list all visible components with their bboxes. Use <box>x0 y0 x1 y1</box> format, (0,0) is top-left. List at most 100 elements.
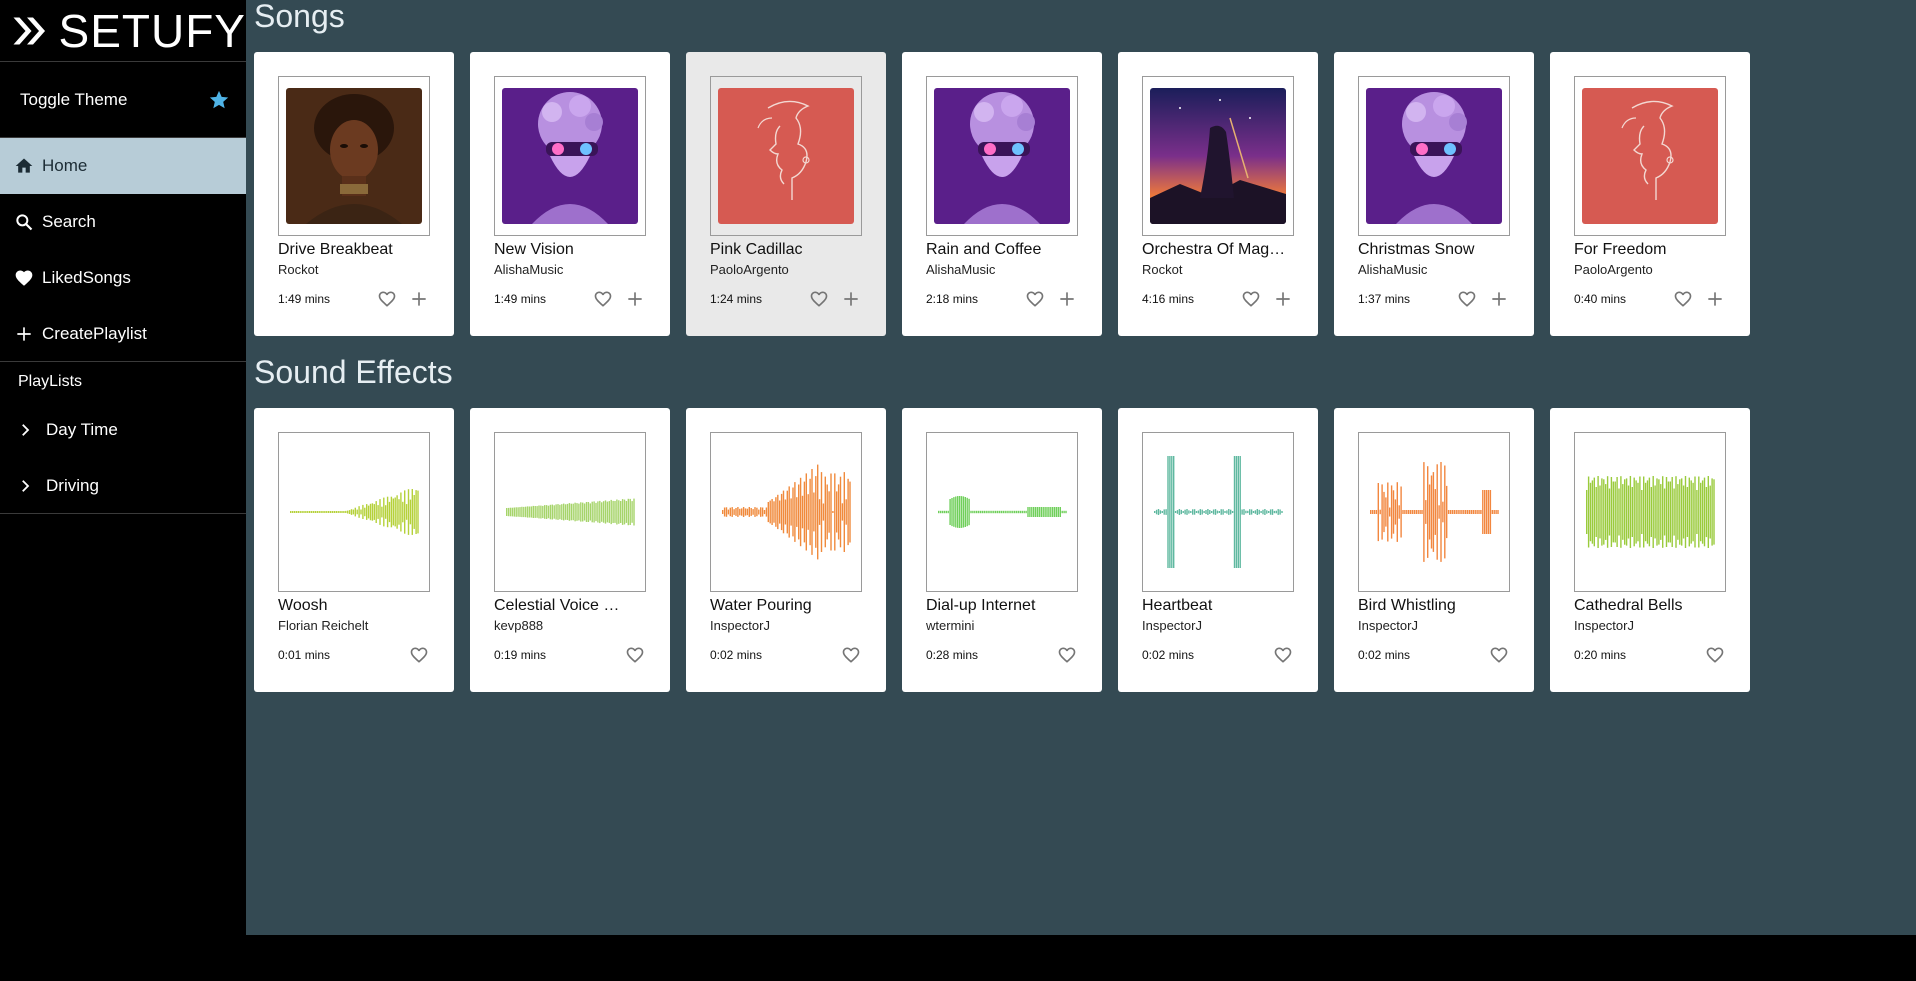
waveform-image <box>1358 432 1510 592</box>
nav-create-playlist[interactable]: CreatePlaylist <box>0 306 246 362</box>
add-to-playlist-plus-icon[interactable] <box>408 288 430 310</box>
song-card[interactable]: Christmas Snow AlishaMusic 1:37 mins <box>1334 52 1534 336</box>
toggle-theme-button[interactable]: Toggle Theme <box>0 62 246 138</box>
album-art <box>1142 76 1294 236</box>
add-to-playlist-plus-icon[interactable] <box>1056 288 1078 310</box>
song-card[interactable]: Rain and Coffee AlishaMusic 2:18 mins <box>902 52 1102 336</box>
logo[interactable]: SETUFY <box>0 0 246 62</box>
card-title: Heartbeat <box>1142 597 1213 614</box>
home-icon <box>15 158 33 173</box>
add-to-playlist-plus-icon[interactable] <box>624 288 646 310</box>
playlist-item-driving[interactable]: Driving <box>0 458 246 514</box>
sound-effect-card[interactable]: Cathedral Bells InspectorJ 0:20 mins <box>1550 408 1750 692</box>
card-title: Celestial Voice … <box>494 597 620 614</box>
like-heart-icon[interactable] <box>592 288 614 310</box>
card-title: Bird Whistling <box>1358 597 1456 614</box>
song-card[interactable]: For Freedom PaoloArgento 0:40 mins <box>1550 52 1750 336</box>
card-artist: InspectorJ <box>1142 618 1202 633</box>
sound-effects-section-title: Sound Effects <box>254 354 453 390</box>
heart-icon <box>15 270 33 286</box>
song-card[interactable]: Drive Breakbeat Rockot 1:49 mins <box>254 52 454 336</box>
add-to-playlist-plus-icon[interactable] <box>840 288 862 310</box>
add-to-playlist-plus-icon[interactable] <box>1488 288 1510 310</box>
card-artist: PaoloArgento <box>710 262 789 277</box>
card-title: Water Pouring <box>710 597 812 614</box>
card-artist: InspectorJ <box>1574 618 1634 633</box>
like-heart-icon[interactable] <box>1240 288 1262 310</box>
player-bar <box>0 935 1916 981</box>
card-duration: 0:01 mins <box>278 648 331 662</box>
nav-search[interactable]: Search <box>0 194 246 250</box>
sound-effect-card[interactable]: Dial-up Internet wtermini 0:28 mins <box>902 408 1102 692</box>
card-artist: AlishaMusic <box>494 262 564 277</box>
add-to-playlist-plus-icon[interactable] <box>1704 288 1726 310</box>
sound-effects-row: Woosh Florian Reichelt 0:01 mins Celestial … <box>254 408 1750 692</box>
card-footer: 1:24 mins <box>710 288 862 310</box>
like-heart-icon[interactable] <box>808 288 830 310</box>
song-card[interactable]: Pink Cadillac PaoloArgento 1:24 mins <box>686 52 886 336</box>
like-heart-icon[interactable] <box>1056 644 1078 666</box>
add-to-playlist-plus-icon[interactable] <box>1272 288 1294 310</box>
card-title: Cathedral Bells <box>1574 597 1683 614</box>
waveform-image <box>926 432 1078 592</box>
card-artist: Rockot <box>1142 262 1183 277</box>
card-footer: 0:19 mins <box>494 644 646 666</box>
sound-effect-card[interactable]: Water Pouring InspectorJ 0:02 mins <box>686 408 886 692</box>
card-artist: Rockot <box>278 262 319 277</box>
sound-effect-card[interactable]: Heartbeat InspectorJ 0:02 mins <box>1118 408 1318 692</box>
card-title: Christmas Snow <box>1358 241 1475 258</box>
card-artist: AlishaMusic <box>926 262 996 277</box>
logo-chevrons-icon <box>13 16 46 45</box>
app-root: SETUFY Toggle Theme Home Search LikedSon… <box>0 0 1916 981</box>
like-heart-icon[interactable] <box>1272 644 1294 666</box>
card-footer: 0:40 mins <box>1574 288 1726 310</box>
toggle-theme-label: Toggle Theme <box>20 89 128 109</box>
waveform-image <box>710 432 862 592</box>
card-duration: 0:19 mins <box>494 648 547 662</box>
like-heart-icon[interactable] <box>1704 644 1726 666</box>
like-heart-icon[interactable] <box>1024 288 1046 310</box>
like-heart-icon[interactable] <box>1488 644 1510 666</box>
card-footer: 4:16 mins <box>1142 288 1294 310</box>
card-duration: 2:18 mins <box>926 292 979 306</box>
like-heart-icon[interactable] <box>624 644 646 666</box>
like-heart-icon[interactable] <box>1672 288 1694 310</box>
card-artist: Florian Reichelt <box>278 618 369 633</box>
card-duration: 0:20 mins <box>1574 648 1627 662</box>
card-duration: 1:24 mins <box>710 292 763 306</box>
like-heart-icon[interactable] <box>376 288 398 310</box>
song-card[interactable]: Orchestra Of Mag… Rockot 4:16 mins <box>1118 52 1318 336</box>
album-art <box>494 76 646 236</box>
like-heart-icon[interactable] <box>408 644 430 666</box>
card-footer: 1:37 mins <box>1358 288 1510 310</box>
album-art <box>278 76 430 236</box>
playlist-item-label: Day Time <box>46 420 118 439</box>
card-footer: 0:02 mins <box>1142 644 1294 666</box>
card-artist: kevp888 <box>494 618 544 633</box>
search-icon <box>16 214 33 231</box>
card-duration: 1:49 mins <box>494 292 547 306</box>
card-artist: PaoloArgento <box>1574 262 1653 277</box>
nav-liked-songs[interactable]: LikedSongs <box>0 250 246 306</box>
logo-text: SETUFY <box>58 4 246 57</box>
card-footer: 1:49 mins <box>278 288 430 310</box>
sound-effect-card[interactable]: Woosh Florian Reichelt 0:01 mins <box>254 408 454 692</box>
song-card[interactable]: New Vision AlishaMusic 1:49 mins <box>470 52 670 336</box>
playlist-item-day-time[interactable]: Day Time <box>0 402 246 458</box>
sound-effect-card[interactable]: Celestial Voice … kevp888 0:19 mins <box>470 408 670 692</box>
card-title: Orchestra Of Mag… <box>1142 241 1286 258</box>
nav-home-label: Home <box>42 156 88 175</box>
sound-effect-card[interactable]: Bird Whistling InspectorJ 0:02 mins <box>1334 408 1534 692</box>
like-heart-icon[interactable] <box>840 644 862 666</box>
like-heart-icon[interactable] <box>1456 288 1478 310</box>
card-artist: AlishaMusic <box>1358 262 1428 277</box>
card-duration: 1:37 mins <box>1358 292 1411 306</box>
playlist-item-label: Driving <box>46 475 99 495</box>
nav-home[interactable]: Home <box>0 138 246 194</box>
nav-liked-songs-label: LikedSongs <box>42 268 131 287</box>
card-duration: 0:02 mins <box>1142 648 1195 662</box>
card-footer: 1:49 mins <box>494 288 646 310</box>
card-footer: 0:01 mins <box>278 644 430 666</box>
waveform-image <box>1574 432 1726 592</box>
card-duration: 4:16 mins <box>1142 292 1195 306</box>
